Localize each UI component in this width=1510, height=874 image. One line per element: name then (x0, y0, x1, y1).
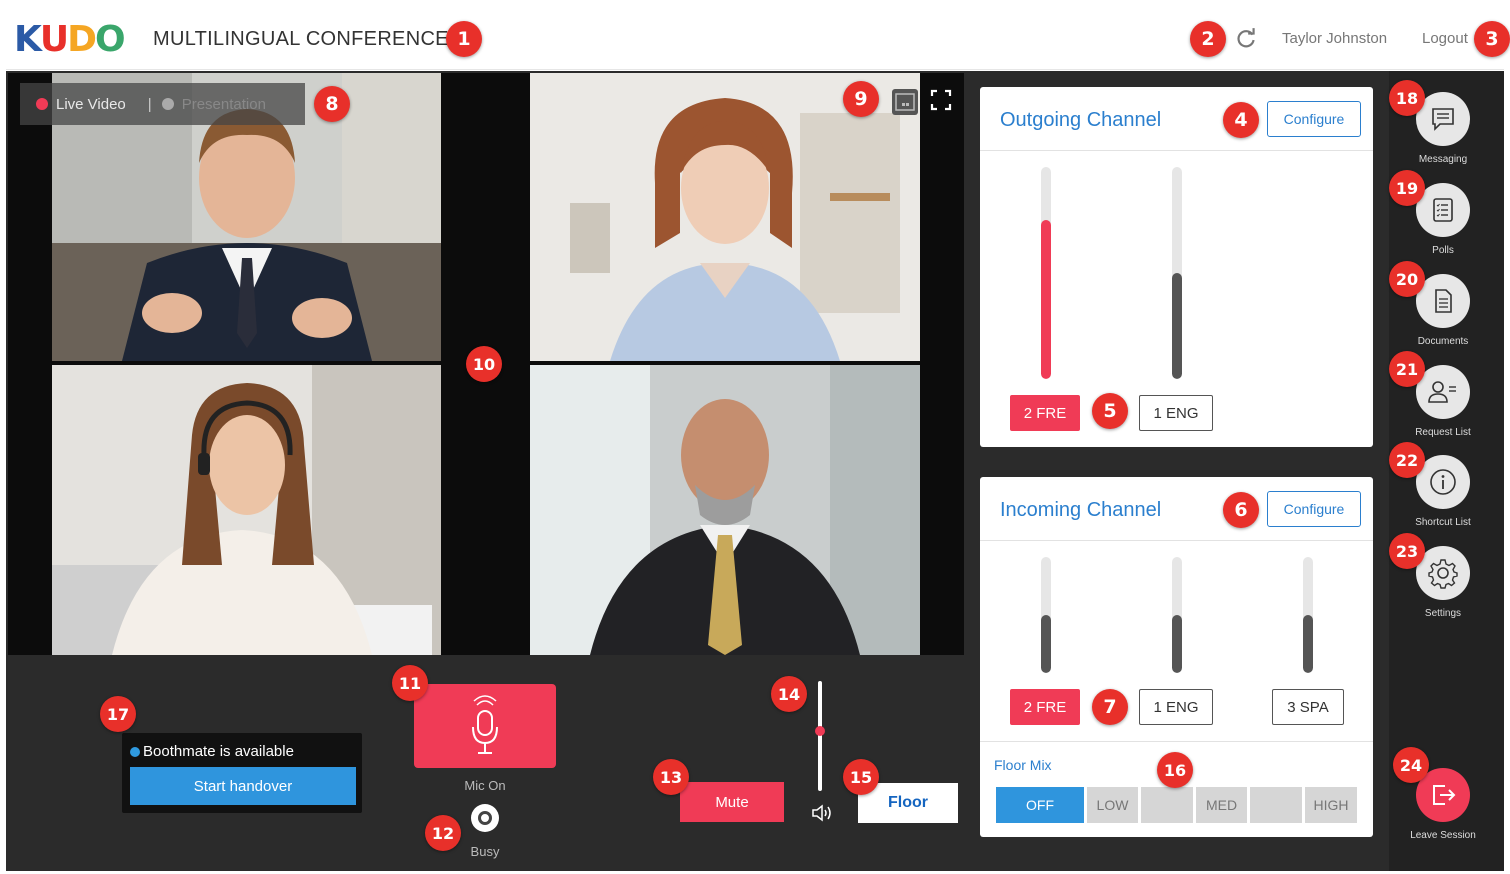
floor-mix-label: Floor Mix (994, 757, 1052, 773)
callout-badge-1: 1 (446, 21, 482, 57)
floor-mix-med[interactable]: MED (1196, 787, 1247, 823)
shortcut-list-label: Shortcut List (1415, 517, 1471, 528)
busy-toggle[interactable] (471, 804, 499, 832)
kudo-app: KUDO MULTILINGUAL CONFERENCE Taylor John… (0, 0, 1510, 874)
mute-button[interactable]: Mute (680, 782, 784, 822)
callout-badge-20: 20 (1389, 261, 1425, 297)
callout-badge-19: 19 (1389, 170, 1425, 206)
callout-badge-3: 3 (1474, 21, 1510, 57)
kudo-logo: KUDO (14, 18, 126, 60)
documents-label: Documents (1417, 336, 1469, 347)
callout-badge-5: 5 (1092, 393, 1128, 429)
outgoing-channel-eng[interactable]: 1 ENG (1139, 395, 1213, 431)
conference-title: MULTILINGUAL CONFERENCE (153, 28, 449, 50)
incoming-meter-eng (1172, 557, 1182, 673)
leave-session-label: Leave Session (1410, 830, 1476, 841)
layout-icon[interactable] (892, 89, 918, 115)
incoming-meter-fre (1041, 557, 1051, 673)
refresh-icon[interactable] (1233, 26, 1259, 52)
participant-4-video (530, 365, 920, 655)
callout-badge-9: 9 (843, 81, 879, 117)
incoming-channel-title: Incoming Channel (1000, 499, 1162, 521)
callout-badge-12: 12 (425, 815, 461, 851)
callout-badge-22: 22 (1389, 442, 1425, 478)
request-list-icon (1428, 381, 1456, 403)
callout-badge-4: 4 (1223, 102, 1259, 138)
callout-badge-2: 2 (1190, 21, 1226, 57)
floor-mix-step-4[interactable] (1250, 787, 1302, 823)
exit-icon (1433, 785, 1456, 805)
callout-badge-16: 16 (1157, 752, 1193, 788)
outgoing-meter-eng (1172, 167, 1182, 379)
callout-badge-24: 24 (1393, 747, 1429, 783)
top-header: KUDO MULTILINGUAL CONFERENCE Taylor John… (6, 6, 1504, 70)
polls-label: Polls (1432, 245, 1454, 256)
volume-slider-thumb[interactable] (815, 725, 825, 736)
boothmate-status: Boothmate is available (130, 743, 294, 760)
outgoing-channel-title: Outgoing Channel (1000, 109, 1162, 131)
outgoing-configure-button[interactable]: Configure (1267, 101, 1361, 137)
toggle-separator: | (147, 95, 152, 113)
microphone-icon (472, 695, 498, 754)
mic-status-label: Mic On (464, 778, 506, 793)
floor-mix-high[interactable]: HIGH (1305, 787, 1357, 823)
outgoing-meter-fre (1041, 167, 1051, 379)
outgoing-channel-fre[interactable]: 2 FRE (1010, 395, 1080, 431)
callout-badge-17: 17 (100, 696, 136, 732)
callout-badge-15: 15 (843, 759, 879, 795)
user-name: Taylor Johnston (1282, 30, 1388, 47)
speaker-icon (812, 804, 831, 822)
video-tile-4[interactable] (530, 365, 920, 655)
live-video-option[interactable]: Live Video (56, 96, 126, 113)
video-view-toggle[interactable]: Live Video | Presentation (20, 83, 305, 125)
incoming-meter-spa (1303, 557, 1313, 673)
chat-icon (1432, 108, 1454, 131)
callout-badge-18: 18 (1389, 80, 1425, 116)
presentation-dot (161, 98, 174, 110)
main-area: Live Video | Presentation Boothmate is a… (6, 71, 1504, 871)
floor-mix-low[interactable]: LOW (1087, 787, 1138, 823)
messaging-label: Messaging (1418, 154, 1468, 165)
callout-badge-23: 23 (1389, 533, 1425, 569)
video-tile-3[interactable] (52, 365, 441, 655)
start-handover-button[interactable]: Start handover (130, 767, 356, 805)
outgoing-channel-panel: Outgoing Channel Configure 2 FRE 1 ENG (980, 87, 1373, 447)
document-icon (1435, 289, 1452, 313)
floor-mix-step-2[interactable] (1141, 787, 1193, 823)
participant-3-video (52, 365, 441, 655)
control-bar: Boothmate is available Start handover Mi… (8, 657, 964, 869)
handover-panel: Boothmate is available Start handover (122, 733, 362, 813)
incoming-panel-header: Incoming Channel Configure (980, 477, 1373, 541)
floor-mix-off[interactable]: OFF (996, 787, 1084, 823)
logout-link[interactable]: Logout (1422, 30, 1468, 47)
request-list-label: Request List (1415, 427, 1471, 438)
busy-radio-icon (478, 811, 492, 825)
incoming-channel-fre[interactable]: 2 FRE (1010, 689, 1080, 725)
incoming-channel-spa[interactable]: 3 SPA (1272, 689, 1344, 725)
poll-icon (1433, 198, 1453, 222)
callout-badge-7: 7 (1092, 689, 1128, 725)
incoming-configure-button[interactable]: Configure (1267, 491, 1361, 527)
fullscreen-icon[interactable] (930, 89, 952, 111)
live-video-dot (36, 98, 48, 110)
callout-badge-6: 6 (1223, 492, 1259, 528)
outgoing-panel-header: Outgoing Channel Configure (980, 87, 1373, 151)
callout-badge-11: 11 (392, 665, 428, 701)
callout-badge-13: 13 (653, 759, 689, 795)
gear-icon (1428, 559, 1458, 589)
info-icon (1430, 469, 1456, 495)
callout-badge-14: 14 (771, 676, 807, 712)
settings-label: Settings (1424, 608, 1462, 619)
presentation-option[interactable]: Presentation (182, 96, 266, 113)
status-dot (130, 746, 140, 757)
incoming-channel-eng[interactable]: 1 ENG (1139, 689, 1213, 725)
callout-badge-10: 10 (466, 346, 502, 382)
volume-slider[interactable] (818, 681, 822, 791)
mic-button[interactable] (414, 684, 556, 768)
panel-divider (980, 741, 1373, 742)
callout-badge-8: 8 (314, 86, 350, 122)
boothmate-status-text: Boothmate is available (143, 743, 294, 760)
callout-badge-21: 21 (1389, 351, 1425, 387)
